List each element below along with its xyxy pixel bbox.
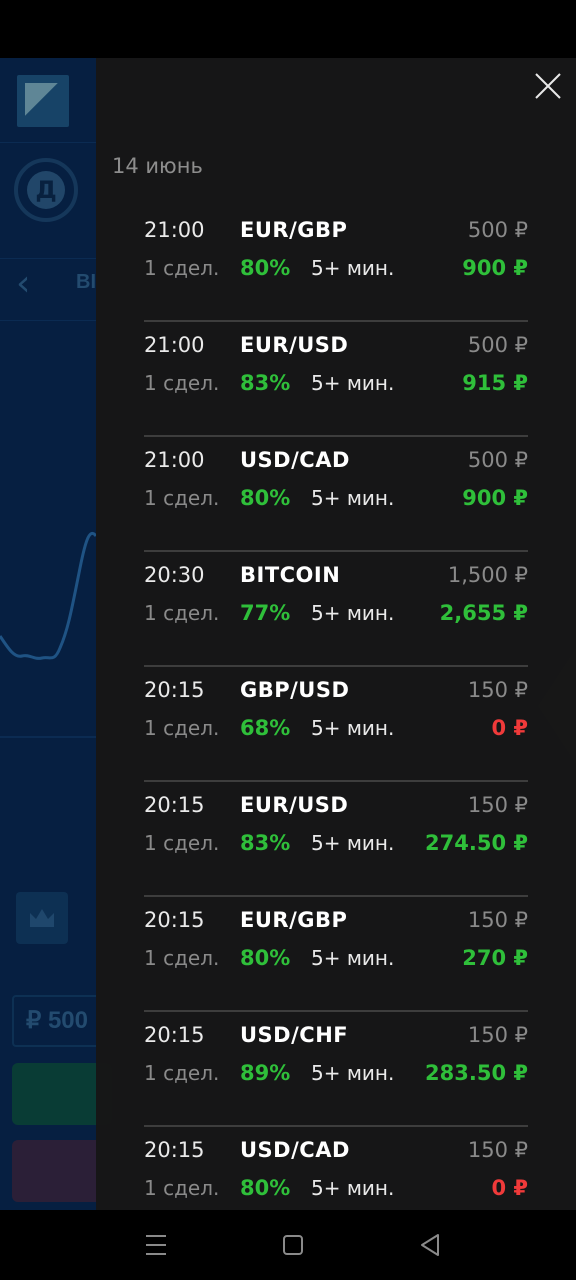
trade-time: 20:15 <box>144 1138 205 1162</box>
trade-list: 21:00 EUR/GBP 500 ₽1 сдел. 80% 5+ мин. 900 ₽2… <box>144 208 528 1210</box>
screen: Д ‹ ВІ ₽ 500 14 июнь 21:00 EUR/GBP 500 ₽… <box>0 0 576 1280</box>
trade-percent: 83% <box>240 831 291 855</box>
trade-duration: 5+ мин. <box>311 256 395 280</box>
date-header: 14 июнь <box>112 154 203 178</box>
trade-percent: 80% <box>240 256 291 280</box>
trade-row[interactable]: 20:15 USD/CAD 150 ₽ 1 сдел. 80% 5+ мин. 0 ₽ <box>144 1128 528 1210</box>
trade-duration: 5+ мин. <box>311 946 395 970</box>
trade-asset: EUR/USD <box>240 333 349 357</box>
trade-time: 20:15 <box>144 793 205 817</box>
status-bar <box>0 0 576 58</box>
trade-payout: 915 ₽ <box>462 371 528 395</box>
trade-asset: BITCOIN <box>240 563 341 587</box>
trade-time: 20:15 <box>144 678 205 702</box>
trade-percent: 89% <box>240 1061 291 1085</box>
trade-duration: 5+ мин. <box>311 1176 395 1200</box>
trade-stake: 500 ₽ <box>467 218 528 242</box>
trade-percent: 83% <box>240 371 291 395</box>
back-icon[interactable] <box>414 1230 446 1260</box>
trade-percent: 77% <box>240 601 291 625</box>
trade-stake: 150 ₽ <box>467 678 528 702</box>
trade-asset: GBP/USD <box>240 678 350 702</box>
trade-count: 1 сдел. <box>144 601 220 625</box>
trade-time: 21:00 <box>144 333 205 357</box>
trade-asset: EUR/GBP <box>240 908 348 932</box>
trade-count: 1 сдел. <box>144 256 220 280</box>
trade-payout: 2,655 ₽ <box>439 601 528 625</box>
trade-asset: USD/CAD <box>240 1138 350 1162</box>
trade-duration: 5+ мин. <box>311 486 395 510</box>
trade-asset: USD/CHF <box>240 1023 349 1047</box>
trade-percent: 80% <box>240 946 291 970</box>
trade-duration: 5+ мин. <box>311 1061 395 1085</box>
trade-count: 1 сдел. <box>144 486 220 510</box>
trade-time: 20:30 <box>144 563 205 587</box>
trade-stake: 150 ₽ <box>467 1138 528 1162</box>
trade-percent: 68% <box>240 716 291 740</box>
trade-row[interactable]: 20:15 USD/CHF 150 ₽ 1 сдел. 89% 5+ мин. 283.50… <box>144 1013 528 1127</box>
trade-duration: 5+ мин. <box>311 601 395 625</box>
trade-payout: 274.50 ₽ <box>425 831 528 855</box>
trade-stake: 500 ₽ <box>467 333 528 357</box>
trade-row[interactable]: 20:15 EUR/USD 150 ₽ 1 сдел. 83% 5+ мин. 274.50… <box>144 783 528 897</box>
trade-count: 1 сдел. <box>144 371 220 395</box>
close-icon[interactable] <box>532 70 564 102</box>
trade-time: 20:15 <box>144 1023 205 1047</box>
trade-count: 1 сдел. <box>144 1176 220 1200</box>
trade-payout: 0 ₽ <box>491 1176 528 1200</box>
menu-icon[interactable] <box>140 1230 172 1260</box>
trade-row[interactable]: 21:00 EUR/USD 500 ₽ 1 сдел. 83% 5+ мин. 915 ₽ <box>144 323 528 437</box>
trade-count: 1 сдел. <box>144 831 220 855</box>
home-icon[interactable] <box>277 1230 309 1260</box>
trade-count: 1 сдел. <box>144 1061 220 1085</box>
trade-asset: USD/CAD <box>240 448 350 472</box>
trade-asset: EUR/GBP <box>240 218 348 242</box>
trade-payout: 900 ₽ <box>462 256 528 280</box>
trade-time: 20:15 <box>144 908 205 932</box>
trade-payout: 900 ₽ <box>462 486 528 510</box>
trade-asset: EUR/USD <box>240 793 349 817</box>
trade-row[interactable]: 20:15 EUR/GBP 150 ₽ 1 сдел. 80% 5+ мин. 270 ₽ <box>144 898 528 1012</box>
trade-row[interactable]: 20:15 GBP/USD 150 ₽ 1 сдел. 68% 5+ мин. 0 ₽ <box>144 668 528 782</box>
trade-count: 1 сдел. <box>144 716 220 740</box>
trade-count: 1 сдел. <box>144 946 220 970</box>
trade-stake: 150 ₽ <box>467 1023 528 1047</box>
trade-duration: 5+ мин. <box>311 371 395 395</box>
trade-time: 21:00 <box>144 448 205 472</box>
trade-row[interactable]: 21:00 EUR/GBP 500 ₽ 1 сдел. 80% 5+ мин. 900 ₽ <box>144 208 528 322</box>
trade-stake: 150 ₽ <box>467 908 528 932</box>
trade-percent: 80% <box>240 1176 291 1200</box>
trade-stake: 500 ₽ <box>467 448 528 472</box>
trade-row[interactable]: 21:00 USD/CAD 500 ₽ 1 сдел. 80% 5+ мин. 900 ₽ <box>144 438 528 552</box>
navigation-bar <box>0 1210 576 1280</box>
trade-duration: 5+ мин. <box>311 831 395 855</box>
trade-payout: 283.50 ₽ <box>425 1061 528 1085</box>
trade-percent: 80% <box>240 486 291 510</box>
trade-duration: 5+ мин. <box>311 716 395 740</box>
trade-stake: 1,500 ₽ <box>447 563 528 587</box>
trade-stake: 150 ₽ <box>467 793 528 817</box>
trade-time: 21:00 <box>144 218 205 242</box>
trade-row[interactable]: 20:30 BITCOIN 1,500 ₽ 1 сдел. 77% 5+ мин. 2,65… <box>144 553 528 667</box>
trade-payout: 0 ₽ <box>491 716 528 740</box>
trades-panel: 14 июнь 21:00 EUR/GBP 500 ₽ 1 сдел. 80% 5+ ми… <box>96 58 576 1210</box>
trade-payout: 270 ₽ <box>462 946 528 970</box>
